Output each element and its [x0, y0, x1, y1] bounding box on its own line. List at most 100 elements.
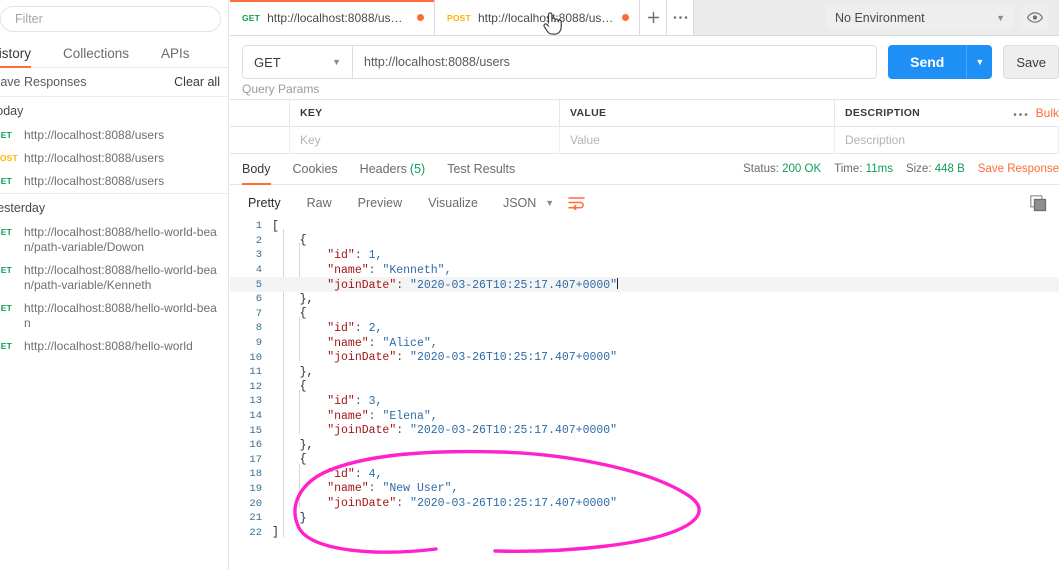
size-value: 448 B — [934, 163, 965, 175]
param-value-input[interactable]: Value — [560, 126, 835, 154]
http-method-label: GET — [0, 303, 13, 313]
code-text: }, — [272, 365, 314, 379]
history-url: http://localhost:8088/users — [24, 128, 165, 142]
query-params-label: Query Params — [242, 82, 320, 96]
response-meta: Status: 200 OK Time: 11ms Size: 448 B Sa… — [743, 163, 1059, 175]
http-method-label: POST — [0, 153, 18, 163]
word-wrap-button[interactable] — [568, 196, 585, 210]
param-key-input[interactable]: Key — [290, 126, 560, 154]
copy-response-button[interactable] — [1030, 195, 1047, 215]
list-item[interactable]: GET http://localhost:8088/hello-world-be… — [0, 297, 228, 335]
list-item[interactable]: GET http://localhost:8088/users — [0, 170, 228, 194]
table-row: Key Value Description — [230, 126, 1059, 154]
request-tab-get-users[interactable]: GET http://localhost:8088/users — [230, 0, 435, 35]
history-url: http://localhost:8088/hello-world — [24, 339, 193, 353]
environment-label: No Environment — [835, 10, 925, 25]
tab-body[interactable]: Body — [242, 154, 271, 185]
list-item[interactable]: GET http://localhost:8088/users — [0, 124, 228, 147]
save-button[interactable]: Save — [1003, 45, 1059, 79]
code-line: 13 "id": 3, — [230, 394, 1059, 409]
headers-count-badge: (5) — [409, 162, 426, 176]
http-method-label: GET — [242, 12, 261, 23]
filter-row — [0, 0, 228, 38]
code-text: { — [272, 453, 307, 467]
params-more-icon[interactable] — [1013, 106, 1028, 120]
code-line: 6 }, — [230, 292, 1059, 307]
time-meta: Time: 11ms — [834, 163, 893, 175]
tab-headers-label: Headers — [359, 162, 407, 176]
line-number: 16 — [249, 439, 262, 452]
code-text: "id": 2, — [327, 321, 383, 335]
unsaved-dot-icon — [622, 14, 629, 21]
request-tab-url: http://localhost:8088/users — [267, 10, 408, 25]
code-text: }, — [272, 292, 314, 306]
filter-input[interactable] — [0, 6, 221, 32]
line-number: 5 — [255, 278, 262, 291]
tab-test-results[interactable]: Test Results — [447, 154, 515, 185]
url-input[interactable] — [352, 45, 878, 79]
environment-quick-look-button[interactable] — [1021, 5, 1049, 30]
http-method-label: GET — [0, 130, 13, 140]
sidebar-tab-history[interactable]: History — [0, 46, 32, 68]
format-tab-raw[interactable]: Raw — [294, 191, 345, 215]
format-tab-visualize[interactable]: Visualize — [415, 191, 491, 215]
line-number: 6 — [255, 293, 262, 306]
response-format-bar: Pretty Raw Preview Visualize JSON ▼ — [230, 185, 1059, 215]
tab-cookies-label: Cookies — [292, 162, 338, 176]
code-line: 19 "name": "New User", — [230, 482, 1059, 497]
chevron-down-icon: ▼ — [332, 57, 341, 67]
column-header-key: KEY — [290, 99, 560, 127]
bulk-edit-link[interactable]: Bulk — [1036, 106, 1059, 120]
list-item[interactable]: GET http://localhost:8088/hello-world-be… — [0, 259, 228, 297]
clear-all-button[interactable]: Clear all — [174, 75, 220, 89]
text-caret — [617, 277, 619, 289]
list-item[interactable]: GET http://localhost:8088/hello-world-be… — [0, 221, 228, 259]
row-checkbox-cell[interactable] — [230, 126, 290, 154]
code-line: 9 "name": "Alice", — [230, 336, 1059, 351]
history-url: http://localhost:8088/hello-world-bean — [24, 301, 217, 330]
line-number: 17 — [249, 453, 262, 466]
list-item[interactable]: GET http://localhost:8088/hello-world — [0, 335, 228, 358]
line-number: 19 — [249, 482, 262, 495]
environment-selector[interactable]: No Environment ▼ — [826, 5, 1014, 30]
sidebar-tab-collections[interactable]: Collections — [63, 46, 129, 67]
send-options-button[interactable]: ▼ — [966, 45, 993, 79]
send-button[interactable]: Send — [888, 45, 967, 79]
code-line: 21 } — [230, 511, 1059, 526]
format-tab-preview[interactable]: Preview — [345, 191, 415, 215]
http-method-selector[interactable]: GET ▼ — [242, 45, 352, 79]
environment-zone: No Environment ▼ — [826, 0, 1059, 35]
column-header-description-text: DESCRIPTION — [845, 107, 921, 119]
main-panel: GET http://localhost:8088/users POST htt… — [230, 0, 1059, 570]
tab-more-button[interactable] — [667, 0, 694, 35]
new-tab-button[interactable] — [640, 0, 667, 35]
unsaved-dot-icon — [417, 14, 424, 21]
response-body-json[interactable]: 1[2 {3 "id": 1, 4 "name": "Kenneth", 5 "jo… — [230, 215, 1059, 545]
history-url: http://localhost:8088/users — [24, 151, 165, 165]
line-number: 9 — [255, 337, 262, 350]
list-item[interactable]: POST http://localhost:8088/users — [0, 147, 228, 170]
param-description-input[interactable]: Description — [835, 126, 1059, 154]
line-number: 11 — [249, 366, 262, 379]
save-responses-label[interactable]: Save Responses — [0, 75, 87, 89]
code-text: "joinDate": "2020-03-26T10:25:17.407+000… — [327, 497, 618, 511]
code-line: 10 "joinDate": "2020-03-26T10:25:17.407+… — [230, 350, 1059, 365]
line-number: 7 — [255, 307, 262, 320]
sidebar-tab-apis[interactable]: APIs — [161, 46, 190, 67]
plus-icon — [647, 11, 659, 24]
sidebar-actions: Save Responses Clear all — [0, 68, 228, 97]
tab-cookies[interactable]: Cookies — [293, 154, 338, 185]
code-text: "id": 4, — [327, 467, 383, 481]
http-method-label: POST — [447, 12, 471, 23]
more-horizontal-icon — [1013, 113, 1027, 116]
chevron-down-icon: ▼ — [545, 197, 555, 208]
copy-icon — [1030, 195, 1047, 212]
line-number: 14 — [249, 410, 262, 423]
code-text: "id": 3, — [327, 394, 383, 408]
format-tab-pretty[interactable]: Pretty — [242, 191, 294, 215]
code-text: ] — [272, 526, 279, 540]
request-tab-post-users[interactable]: POST http://localhost:8088/users — [435, 0, 640, 35]
tab-headers[interactable]: Headers (5) — [360, 154, 426, 185]
save-response-button[interactable]: Save Response — [978, 163, 1059, 175]
content-type-selector[interactable]: JSON ▼ — [503, 196, 554, 210]
